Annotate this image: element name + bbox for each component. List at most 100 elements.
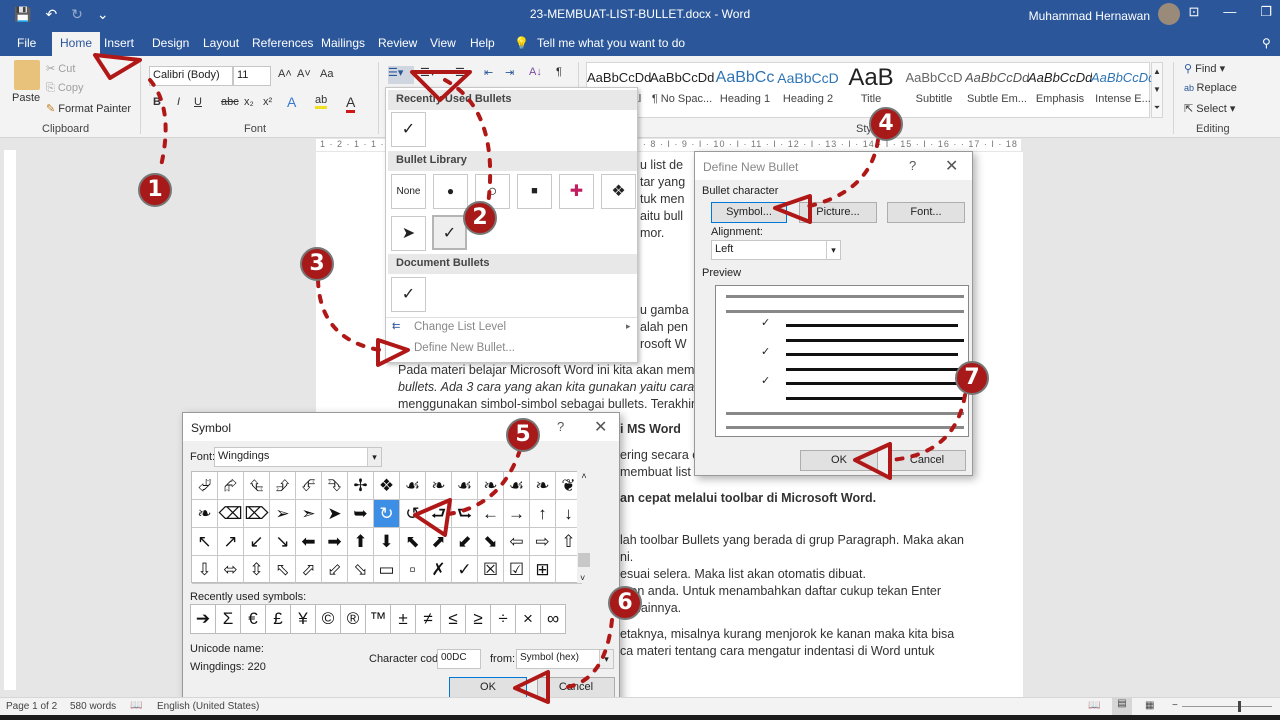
show-formatting-button[interactable]: ¶ bbox=[556, 66, 562, 78]
underline-button[interactable]: U bbox=[194, 96, 202, 108]
styles-scrollbar[interactable]: ▲ ▼ ⏷ bbox=[1151, 62, 1163, 118]
chevron-down-icon[interactable]: ▾ bbox=[826, 241, 840, 259]
recent-symbol-cell[interactable]: ¥ bbox=[290, 604, 316, 634]
recent-symbol-cell[interactable]: € bbox=[240, 604, 266, 634]
subscript-button[interactable]: x₂ bbox=[244, 96, 254, 108]
style-emphasis[interactable]: AaBbCcDd Emphasis bbox=[1028, 63, 1092, 105]
superscript-button[interactable]: x² bbox=[263, 96, 272, 108]
picture-button[interactable]: Picture... bbox=[799, 202, 877, 223]
avatar[interactable] bbox=[1158, 3, 1180, 25]
symbol-cell[interactable]: → bbox=[504, 500, 530, 528]
symbol-cell[interactable]: ↗ bbox=[218, 528, 244, 556]
style-heading-1[interactable]: AaBbCc Heading 1 bbox=[713, 63, 777, 105]
copy-button[interactable]: ⎘ Copy bbox=[46, 82, 84, 95]
replace-button[interactable]: ab Replace bbox=[1184, 82, 1237, 94]
italic-button[interactable]: I bbox=[177, 96, 180, 108]
symbol-cell[interactable]: ⬀ bbox=[296, 556, 322, 584]
proofing-icon[interactable]: 📖 bbox=[130, 700, 142, 711]
symbol-cell[interactable]: ✓ bbox=[452, 556, 478, 584]
symbol-cell[interactable]: ⮐ bbox=[426, 500, 452, 528]
bullet-option-dot[interactable]: ● bbox=[433, 174, 468, 209]
bullet-option-checkmark-selected[interactable]: ✓ bbox=[432, 215, 467, 250]
symbol-cell[interactable]: ▫ bbox=[400, 556, 426, 584]
tab-layout[interactable]: Layout bbox=[203, 36, 239, 50]
symbol-cell[interactable]: ⌫ bbox=[218, 500, 244, 528]
recent-symbol-cell[interactable]: £ bbox=[265, 604, 291, 634]
share-search-icon[interactable]: ⚲ bbox=[1262, 36, 1271, 50]
symbol-cell[interactable]: ↺ bbox=[400, 500, 426, 528]
zoom-out-icon[interactable]: − bbox=[1172, 700, 1178, 711]
symbol-cell[interactable]: ❖ bbox=[374, 472, 400, 500]
symbol-cell[interactable]: ▭ bbox=[374, 556, 400, 584]
recent-symbol-cell[interactable]: ÷ bbox=[490, 604, 516, 634]
recent-symbol-cell[interactable]: ™ bbox=[365, 604, 391, 634]
page-count[interactable]: Page 1 of 2 bbox=[6, 701, 57, 712]
bullet-option-diamond[interactable]: ❖ bbox=[601, 174, 636, 209]
recent-symbol-cell[interactable]: Σ bbox=[215, 604, 241, 634]
tab-file[interactable]: File bbox=[17, 36, 36, 50]
symbol-cell[interactable]: ↘ bbox=[270, 528, 296, 556]
text-effects-button[interactable]: A bbox=[287, 94, 296, 110]
tab-help[interactable]: Help bbox=[470, 36, 495, 50]
ok-button[interactable]: OK bbox=[449, 677, 527, 698]
recent-symbol-cell[interactable]: © bbox=[315, 604, 341, 634]
style-subtitle[interactable]: AaBbCcD Subtitle bbox=[902, 63, 966, 105]
symbol-cell[interactable]: ⬂ bbox=[348, 556, 374, 584]
symbol-cell[interactable]: ➣ bbox=[296, 500, 322, 528]
document-bullet-checkmark[interactable]: ✓ bbox=[391, 277, 426, 312]
scrollbar-thumb[interactable] bbox=[578, 553, 590, 567]
symbol-cell[interactable]: ❧ bbox=[478, 472, 504, 500]
bullet-option-square[interactable]: ■ bbox=[517, 174, 552, 209]
shrink-font-button[interactable]: A˅ bbox=[297, 68, 311, 80]
increase-indent-button[interactable]: ⇥ bbox=[505, 66, 514, 79]
symbol-cell[interactable]: ❧ bbox=[426, 472, 452, 500]
style-subtle-emphasis[interactable]: AaBbCcDd Subtle Em... bbox=[965, 63, 1029, 105]
symbol-button[interactable]: Symbol... bbox=[711, 202, 787, 223]
tab-review[interactable]: Review bbox=[378, 36, 417, 50]
bullet-option-checkmark[interactable]: ✓ bbox=[391, 112, 426, 147]
bold-button[interactable]: B bbox=[153, 96, 161, 108]
sort-button[interactable]: A↓ bbox=[529, 66, 542, 78]
symbol-cell[interactable]: ➤ bbox=[322, 500, 348, 528]
symbol-cell[interactable]: ⬄ bbox=[218, 556, 244, 584]
help-button[interactable]: ? bbox=[557, 419, 564, 434]
symbol-cell[interactable]: ➥ bbox=[348, 500, 374, 528]
symbol-cell[interactable]: ← bbox=[478, 500, 504, 528]
symbol-cell[interactable]: ☙ bbox=[452, 472, 478, 500]
symbol-cell-selected[interactable]: ↻ bbox=[374, 500, 400, 528]
symbol-cell[interactable]: ↖ bbox=[192, 528, 218, 556]
user-account[interactable]: Muhammad Hernawan bbox=[1029, 3, 1180, 25]
style-title[interactable]: AaB Title bbox=[839, 63, 903, 105]
symbol-cell[interactable]: ☑ bbox=[504, 556, 530, 584]
restore-icon[interactable]: ❐ bbox=[1260, 4, 1272, 20]
help-button[interactable]: ? bbox=[909, 158, 916, 173]
symbol-cell[interactable]: ⊞ bbox=[530, 556, 556, 584]
symbol-cell[interactable]: ⬁ bbox=[270, 556, 296, 584]
symbol-cell[interactable]: ⬇ bbox=[374, 528, 400, 556]
chevron-down-icon[interactable]: ▾ bbox=[599, 650, 613, 668]
paste-button[interactable]: Paste bbox=[12, 92, 40, 104]
style-heading-2[interactable]: AaBbCcD Heading 2 bbox=[776, 63, 840, 105]
strikethrough-button[interactable]: abc bbox=[221, 96, 239, 108]
paste-icon[interactable] bbox=[14, 60, 40, 90]
symbol-grid-scrollbar[interactable]: ˄ ˅ bbox=[577, 471, 591, 583]
symbol-cell[interactable]: ⇦ bbox=[504, 528, 530, 556]
web-layout-icon[interactable]: ▦ bbox=[1145, 700, 1154, 711]
tab-design[interactable]: Design bbox=[152, 36, 189, 50]
symbol-cell[interactable]: ⬅ bbox=[296, 528, 322, 556]
font-color-button[interactable]: A bbox=[346, 94, 356, 113]
tab-insert[interactable]: Insert bbox=[104, 36, 134, 50]
select-button[interactable]: ⇱ Select ▾ bbox=[1184, 102, 1235, 115]
symbol-cell[interactable]: ⬈ bbox=[426, 528, 452, 556]
close-button[interactable]: ✕ bbox=[594, 417, 607, 437]
minimize-icon[interactable]: — bbox=[1223, 4, 1236, 20]
symbol-cell[interactable]: ⇩ bbox=[192, 556, 218, 584]
language[interactable]: English (United States) bbox=[157, 701, 259, 712]
tab-home[interactable]: Home bbox=[52, 32, 101, 56]
character-code-input[interactable]: 00DC bbox=[437, 649, 481, 669]
print-layout-icon[interactable]: ▤ bbox=[1112, 698, 1132, 715]
symbol-cell[interactable]: ⬊ bbox=[478, 528, 504, 556]
recent-symbol-cell[interactable]: ➔ bbox=[190, 604, 216, 634]
font-name-combo[interactable]: Calibri (Body) bbox=[149, 66, 233, 86]
symbol-cell[interactable]: ☙ bbox=[504, 472, 530, 500]
